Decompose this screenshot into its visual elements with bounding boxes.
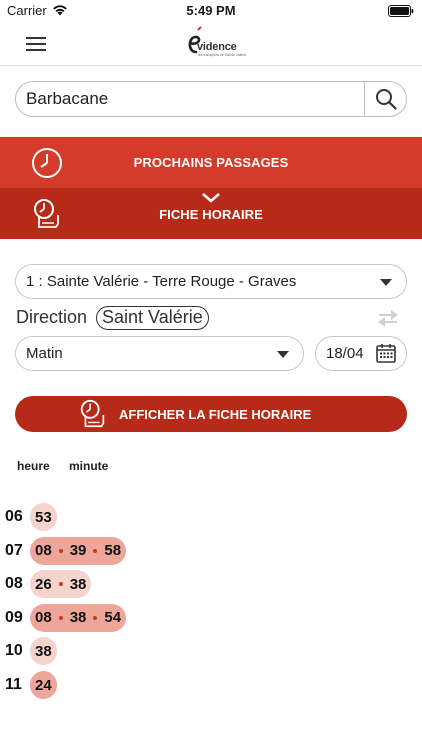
- direction-badge[interactable]: Saint Valérie: [96, 306, 209, 330]
- column-header-minute: minute: [69, 459, 109, 473]
- timetable-minute: 08: [35, 609, 52, 627]
- timetable-minute: 38: [69, 609, 87, 627]
- timetable-minute: 26: [35, 575, 52, 593]
- caret-down-icon: [277, 351, 289, 358]
- timetable-row: 11 24: [0, 670, 422, 700]
- swap-direction-icon[interactable]: [377, 309, 399, 327]
- minutes-pill: 08 38 54: [30, 603, 127, 632]
- tab-fiche-horaire[interactable]: FICHE HORAIRE: [0, 188, 422, 239]
- timetable-row: 08 26 38: [0, 569, 422, 599]
- minutes-pill: 08 39 58: [30, 536, 127, 565]
- search-input[interactable]: [26, 82, 356, 116]
- timetable-hour: 08: [5, 575, 23, 593]
- timetable-row: 09 08 38 54: [0, 603, 422, 633]
- search-box: [15, 81, 407, 117]
- timetable-minute: 08: [35, 542, 52, 560]
- timetable-row: 07 08 39 58: [0, 536, 422, 566]
- minutes-pill: 24: [30, 671, 57, 699]
- timetable-minute: 38: [69, 575, 87, 593]
- timetable-minute: 53: [35, 508, 52, 526]
- search-divider: [364, 82, 365, 116]
- timetable-minute: 39: [69, 542, 87, 560]
- caret-down-icon: [380, 279, 392, 286]
- minutes-pill: 53: [30, 503, 57, 531]
- timetable-hour: 06: [5, 508, 23, 525]
- separator-dot: [58, 615, 63, 620]
- show-timetable-button[interactable]: AFFICHER LA FICHE HORAIRE: [15, 396, 407, 432]
- timetable-clock-icon: [80, 399, 105, 428]
- chevron-down-icon: [202, 193, 220, 203]
- show-timetable-label: AFFICHER LA FICHE HORAIRE: [119, 407, 312, 422]
- logo-text: vidence: [197, 41, 237, 53]
- timetable-hour: 11: [5, 676, 22, 693]
- timetable-minute: 54: [104, 609, 122, 627]
- tab-fiche-horaire-label: FICHE HORAIRE: [159, 207, 263, 222]
- minutes-pill: 38: [30, 637, 57, 666]
- minutes-pill: 26 38: [30, 570, 92, 599]
- timetable-hour: 10: [5, 642, 23, 660]
- period-select[interactable]: Matin: [15, 336, 304, 371]
- tab-prochains-passages[interactable]: PROCHAINS PASSAGES: [0, 137, 422, 188]
- separator-dot: [93, 548, 98, 553]
- separator-dot: [58, 582, 63, 587]
- line-select[interactable]: 1 : Sainte Valérie - Terre Rouge - Grave…: [15, 264, 407, 299]
- direction-label: Direction: [16, 307, 88, 327]
- column-header-heure: heure: [17, 459, 50, 473]
- timetable-row: 06 53: [0, 502, 422, 532]
- line-select-value: 1 : Sainte Valérie - Terre Rouge - Grave…: [26, 273, 297, 290]
- calendar-icon: [376, 344, 396, 363]
- separator-dot: [93, 615, 98, 620]
- timetable-minute: 58: [104, 542, 122, 560]
- date-value: 18/04: [326, 345, 364, 362]
- search-icon[interactable]: [375, 88, 397, 110]
- timetable-hour: 07: [5, 541, 23, 559]
- logo-subtext: les transports de Sainte Valérie: [198, 53, 247, 57]
- status-time: 5:49 PM: [186, 3, 236, 18]
- battery-icon: [388, 5, 414, 17]
- timetable-hour: 09: [5, 608, 23, 626]
- timetable-minute: 24: [35, 676, 52, 694]
- tab-prochains-passages-label: PROCHAINS PASSAGES: [133, 155, 289, 170]
- separator-dot: [58, 548, 63, 553]
- timetable-minute: 38: [35, 642, 52, 660]
- date-picker[interactable]: 18/04: [315, 336, 407, 371]
- period-select-value: Matin: [26, 345, 63, 362]
- status-bar: Carrier 5:49 PM: [0, 0, 422, 22]
- hamburger-menu-icon[interactable]: [26, 37, 46, 51]
- evidence-logo: vidence les transports de Sainte Valérie: [184, 26, 246, 62]
- timetable-row: 10 38: [0, 636, 422, 666]
- app-header: vidence les transports de Sainte Valérie: [0, 22, 422, 66]
